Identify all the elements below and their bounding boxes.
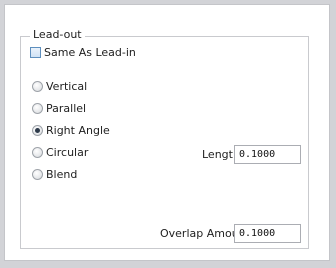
radio-blend-label: Blend — [46, 167, 78, 181]
radio-blend[interactable] — [32, 168, 43, 180]
same-as-leadin-checkbox[interactable] — [30, 46, 41, 58]
radio-parallel[interactable] — [32, 102, 43, 114]
radio-option-circular[interactable]: Circular — [32, 144, 88, 160]
overlap-amount-field[interactable]: 0.1000 — [234, 224, 301, 243]
radio-circular-label: Circular — [46, 145, 89, 159]
radio-right-angle-label: Right Angle — [46, 123, 110, 137]
radio-parallel-label: Parallel — [46, 101, 87, 115]
group-title: Lead-out — [30, 28, 85, 42]
radio-circular[interactable] — [32, 146, 43, 158]
length-field[interactable]: 0.1000 — [234, 145, 301, 164]
radio-option-parallel[interactable]: Parallel — [32, 100, 86, 116]
radio-right-angle[interactable] — [32, 124, 43, 136]
same-as-leadin-label: Same As Lead-in — [44, 45, 136, 59]
lead-out-groupbox — [20, 36, 309, 249]
radio-vertical-label: Vertical — [46, 79, 88, 93]
radio-option-blend[interactable]: Blend — [32, 166, 77, 182]
same-as-leadin-checkbox-row[interactable]: Same As Lead-in — [30, 44, 136, 60]
radio-option-vertical[interactable]: Vertical — [32, 78, 87, 94]
radio-vertical[interactable] — [32, 80, 43, 92]
radio-option-right-angle[interactable]: Right Angle — [32, 122, 110, 138]
